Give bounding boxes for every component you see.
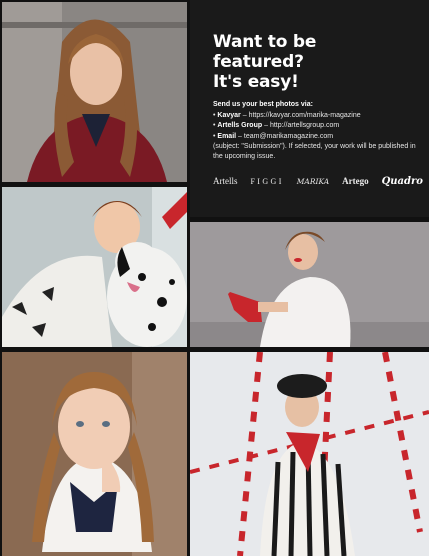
logo-artells: Artells [213,176,238,186]
headline-line-2: featured? [213,52,304,72]
headline-line-3: It's easy! [213,72,299,92]
channel-artells[interactable]: • Artells Group – http://artellsgroup.co… [213,121,423,131]
channel-detail: team@marikamagazine.com [243,132,334,140]
channel-detail: https://kavyar.com/marika-magazine [248,112,361,120]
channel-detail: http://artellsgroup.com [269,122,340,130]
photo-girl-braids [2,352,187,556]
headline: Want to be featured? It's easy! [213,32,413,92]
partner-logos: Artells FIGGI MARIKA Artego Quadro [213,173,423,189]
feature-info-panel: Want to be featured? It's easy! Send us … [190,0,429,217]
photo-girl-dalmatian [2,187,187,347]
photo-girl-striped-poles [190,352,429,556]
channel-name: Artells Group [217,122,263,130]
submission-intro: Send us your best photos via: [213,101,313,108]
channel-email[interactable]: • Email – team@marikamagazine.com [213,132,423,142]
logo-quadro: Quadro [381,175,423,187]
photo-portrait-long-hair [2,2,187,182]
logo-figgi: FIGGI [250,176,284,186]
logo-marika: MARIKA [296,176,330,186]
headline-line-1: Want to be [213,32,317,52]
channel-name: Email [217,132,237,140]
photo-girl-red-heels [190,222,429,347]
submission-note: (subject: "Submission"). If selected, yo… [213,142,416,161]
submission-info: Send us your best photos via: • Kavyar –… [213,100,423,162]
channel-kavyar[interactable]: • Kavyar – https://kavyar.com/marika-mag… [213,111,423,121]
logo-artego: Artego [342,176,369,186]
channel-name: Kavyar [217,112,241,120]
